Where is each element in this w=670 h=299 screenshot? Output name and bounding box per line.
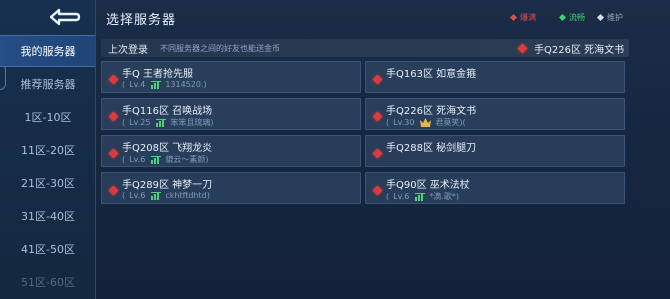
rank-bars-icon [151, 155, 162, 164]
role-name: 1314520.) [165, 80, 207, 89]
server-role-info: ( Lv.6 *滴.歌*) [386, 191, 459, 202]
server-name: 手Q288区 秘剑腿刀 [386, 143, 477, 154]
last-login-server-name: 手Q226区 死海文书 [534, 45, 625, 56]
paren-open: ( [122, 118, 126, 127]
role-name: 君莫笑)( [435, 118, 466, 127]
server-name: 手Q208区 飞翔龙炎 [122, 143, 213, 154]
legend-smooth-label: 流畅 [569, 13, 585, 22]
legend-full: 爆满 [509, 12, 536, 23]
role-name: 貔云～素颜) [165, 155, 209, 164]
role-level: Lv.6 [129, 191, 146, 200]
paren-open: ( [386, 192, 390, 201]
nav-label: 41区-50区 [21, 243, 75, 256]
role-level: Lv.6 [129, 155, 146, 164]
server-category-sidebar: 我的服务器 推荐服务器 1区-10区 11区-20区 21区-30区 31区-4… [0, 0, 96, 299]
server-card[interactable]: 手Q208区 飞翔龙炎 ( Lv.6 貔云～素颜) [101, 135, 361, 167]
role-name: 笨笨且琉璃) [170, 118, 214, 127]
role-level: Lv.30 [393, 118, 415, 127]
server-card[interactable]: 手Q90区 巫术法杖 ( Lv.6 *滴.歌*) [365, 172, 625, 204]
rank-bars-icon [151, 191, 162, 200]
server-name: 手Q 王者抢先服 [122, 69, 194, 80]
server-card[interactable]: 手Q289区 神梦一刀 ( Lv.6 ckhtftdhtd) [101, 172, 361, 204]
rank-bars-icon [156, 118, 167, 127]
paren-open: ( [122, 80, 126, 89]
back-arrow-icon [49, 8, 81, 26]
nav-zone-51-60[interactable]: 51区-60区 [0, 266, 95, 298]
legend-maintenance: 维护 [596, 12, 623, 23]
back-button[interactable] [44, 6, 84, 28]
nav-label: 我的服务器 [20, 45, 76, 58]
status-full-icon [517, 43, 528, 54]
server-role-info: ( Lv.6 貔云～素颜) [122, 154, 208, 165]
last-login-note: 不同服务器之间的好友也能送金币 [160, 44, 280, 53]
crown-icon [420, 118, 432, 127]
red-diamond-icon [509, 13, 518, 22]
server-name: 手Q289区 神梦一刀 [122, 180, 213, 191]
nav-label: 21区-30区 [21, 177, 75, 190]
rank-bars-icon [415, 192, 426, 201]
nav-zone-1-10[interactable]: 1区-10区 [0, 101, 95, 133]
server-role-info: ( Lv.4 1314520.) [122, 80, 207, 89]
status-full-icon [372, 179, 383, 198]
server-name: 手Q116区 召唤战场 [122, 106, 213, 117]
server-card[interactable]: 手Q 王者抢先服 ( Lv.4 1314520.) [101, 61, 361, 93]
nav-label: 51区-60区 [21, 276, 75, 289]
server-card[interactable]: 手Q226区 死海文书 ( Lv.30 君莫笑)( [365, 98, 625, 130]
server-name: 手Q163区 如意金箍 [386, 69, 477, 80]
nav-label: 31区-40区 [21, 210, 75, 223]
nav-label: 推荐服务器 [20, 78, 76, 91]
role-level: Lv.25 [129, 118, 151, 127]
rank-bars-icon [151, 80, 162, 89]
nav-zone-21-30[interactable]: 21区-30区 [0, 167, 95, 199]
paren-open: ( [122, 191, 126, 200]
white-diamond-icon [596, 13, 605, 22]
legend-smooth: 流畅 [558, 12, 585, 23]
server-name: 手Q226区 死海文书 [386, 106, 477, 117]
nav-zone-31-40[interactable]: 31区-40区 [0, 200, 95, 232]
server-role-info: ( Lv.25 笨笨且琉璃) [122, 117, 214, 128]
paren-open: ( [122, 155, 126, 164]
server-card[interactable]: 手Q116区 召唤战场 ( Lv.25 笨笨且琉璃) [101, 98, 361, 130]
role-name: ckhtftdhtd) [165, 191, 210, 200]
nav-my-servers[interactable]: 我的服务器 [0, 35, 95, 67]
server-role-info: ( Lv.30 君莫笑)( [386, 117, 466, 128]
legend-full-label: 爆满 [520, 13, 536, 22]
nav-label: 11区-20区 [21, 144, 75, 157]
status-full-icon [108, 179, 119, 198]
server-name: 手Q90区 巫术法杖 [386, 180, 470, 191]
nav-zone-11-20[interactable]: 11区-20区 [0, 134, 95, 166]
last-login-label: 上次登录 [108, 45, 148, 56]
paren-open: ( [386, 118, 390, 127]
server-card[interactable]: 手Q163区 如意金箍 [365, 61, 625, 93]
server-card[interactable]: 手Q288区 秘剑腿刀 [365, 135, 625, 167]
status-full-icon [372, 142, 383, 161]
role-level: Lv.4 [129, 80, 146, 89]
server-role-info: ( Lv.6 ckhtftdhtd) [122, 191, 210, 200]
legend-maintenance-label: 维护 [607, 13, 623, 22]
nav-zone-41-50[interactable]: 41区-50区 [0, 233, 95, 265]
green-diamond-icon [558, 13, 567, 22]
status-full-icon [108, 68, 119, 87]
role-name: *滴.歌*) [429, 192, 459, 201]
nav-label: 1区-10区 [24, 111, 72, 124]
nav-recommended-servers[interactable]: 推荐服务器 [0, 68, 95, 100]
status-full-icon [108, 142, 119, 161]
status-full-icon [372, 68, 383, 87]
last-login-bar: 上次登录 不同服务器之间的好友也能送金币 手Q226区 死海文书 [101, 39, 629, 57]
status-full-icon [108, 105, 119, 124]
role-level: Lv.6 [393, 192, 410, 201]
page-title: 选择服务器 [106, 13, 177, 28]
last-login-server[interactable]: 手Q226区 死海文书 [517, 41, 624, 56]
status-full-icon [372, 105, 383, 124]
